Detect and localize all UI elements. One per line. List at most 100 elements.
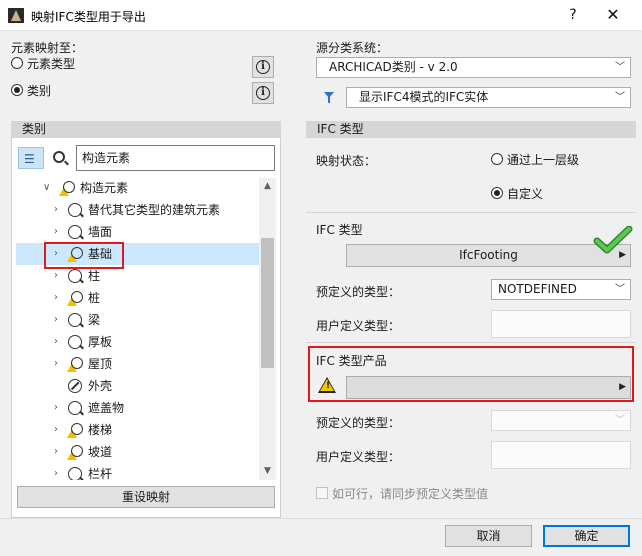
chevron-right-icon[interactable]: › bbox=[54, 221, 58, 243]
category-warning-icon bbox=[59, 181, 75, 196]
ifc-type-label: IFC 类型 bbox=[316, 223, 363, 237]
tree-item-structural-elements[interactable]: ∨ 构造元素 bbox=[16, 177, 259, 199]
tree-item[interactable]: › 桩 bbox=[16, 287, 259, 309]
tree-item-label: 外壳 bbox=[88, 379, 113, 393]
radio-via-parent[interactable] bbox=[491, 153, 503, 165]
category-warning-icon bbox=[67, 445, 83, 460]
product-user-defined-type-input[interactable] bbox=[491, 441, 631, 469]
category-search-icon bbox=[68, 313, 82, 327]
tree-item-label: 替代其它类型的建筑元素 bbox=[88, 203, 221, 217]
cancel-button[interactable]: 取消 bbox=[445, 525, 532, 547]
radio-element-type-label[interactable]: 元素类型 bbox=[27, 55, 75, 72]
archicad-app-icon bbox=[8, 8, 24, 23]
chevron-down-icon: ﹀ bbox=[615, 284, 625, 295]
chevron-right-icon[interactable]: › bbox=[54, 287, 58, 309]
tree-item[interactable]: › 墙面 bbox=[16, 221, 259, 243]
reset-mapping-button[interactable]: 重设映射 bbox=[17, 486, 275, 508]
ok-button[interactable]: 确定 bbox=[543, 525, 630, 547]
category-warning-icon bbox=[67, 291, 83, 306]
category-search-icon bbox=[68, 225, 82, 239]
chevron-right-icon[interactable]: › bbox=[54, 441, 58, 463]
category-search-icon bbox=[68, 269, 82, 283]
source-system-value: ARCHICAD类别 - v 2.0 bbox=[329, 60, 458, 74]
radio-category[interactable] bbox=[11, 84, 23, 96]
mapping-target-label: 元素映射至： bbox=[11, 41, 84, 55]
category-panel-header: 类别 bbox=[11, 121, 281, 138]
tree-item[interactable]: › 替代其它类型的建筑元素 bbox=[16, 199, 259, 221]
source-system-label: 源分类系统： bbox=[316, 41, 389, 55]
tree-item-label: 栏杆 bbox=[88, 467, 113, 480]
tree-item[interactable]: 外壳 bbox=[16, 375, 259, 397]
scroll-up-icon[interactable]: ▲ bbox=[259, 178, 276, 195]
source-system-dropdown[interactable]: ARCHICAD类别 - v 2.0 ﹀ bbox=[316, 57, 631, 78]
ifc-schema-filter-dropdown[interactable]: 显示IFC4模式的IFC实体 ﹀ bbox=[346, 87, 631, 108]
chevron-right-icon[interactable]: › bbox=[54, 199, 58, 221]
ifc-type-value: IfcFooting bbox=[459, 248, 518, 262]
scroll-down-icon[interactable]: ▼ bbox=[259, 463, 276, 480]
window-title: 映射IFC类型用于导出 bbox=[31, 10, 146, 24]
chevron-down-icon: ﹀ bbox=[615, 415, 625, 426]
tree-item[interactable]: › 楼梯 bbox=[16, 419, 259, 441]
radio-via-parent-label[interactable]: 通过上一层级 bbox=[507, 151, 579, 168]
tree-item-label: 桩 bbox=[88, 291, 101, 305]
ifc-schema-filter-value: 显示IFC4模式的IFC实体 bbox=[359, 90, 489, 104]
ifc-type-panel-header: IFC 类型 bbox=[306, 121, 636, 138]
tree-list-icon: ☰ bbox=[24, 152, 35, 166]
tree-item-label: 坡道 bbox=[88, 445, 113, 459]
category-search-input[interactable]: 构造元素 bbox=[76, 145, 275, 171]
chevron-right-icon[interactable]: › bbox=[54, 463, 58, 480]
radio-category-label[interactable]: 类别 bbox=[27, 82, 51, 99]
tree-item-label: 厚板 bbox=[88, 335, 113, 349]
tree-item[interactable]: › 梁 bbox=[16, 309, 259, 331]
title-bar: 映射IFC类型用于导出 ? ✕ bbox=[0, 0, 642, 31]
user-defined-type-input[interactable] bbox=[491, 310, 631, 338]
sync-predefined-type-checkbox[interactable] bbox=[316, 487, 328, 499]
tree-item-label: 遮盖物 bbox=[88, 401, 125, 415]
sync-predefined-type-label: 如可行，请同步预定义类型值 bbox=[332, 487, 489, 501]
radio-custom-label[interactable]: 自定义 bbox=[507, 185, 543, 202]
radio-element-type[interactable] bbox=[11, 57, 23, 69]
mapping-status-label: 映射状态： bbox=[316, 154, 377, 168]
radio-custom[interactable] bbox=[491, 187, 503, 199]
tree-item-label: 梁 bbox=[88, 313, 101, 327]
tree-item-label: 屋顶 bbox=[88, 357, 113, 371]
scrollbar-thumb[interactable] bbox=[261, 238, 274, 368]
predefined-type-label: 预定义的类型： bbox=[316, 285, 401, 299]
info-button-category[interactable]: i bbox=[252, 82, 274, 104]
predefined-type-dropdown[interactable]: NOTDEFINED ﹀ bbox=[491, 279, 631, 300]
tree-item-label: 构造元素 bbox=[80, 181, 129, 195]
tree-item[interactable]: › 遮盖物 bbox=[16, 397, 259, 419]
chevron-right-icon[interactable]: › bbox=[54, 309, 58, 331]
ifc-type-selector-button[interactable]: IfcFooting ▶ bbox=[346, 244, 631, 267]
chevron-right-icon[interactable]: › bbox=[54, 397, 58, 419]
highlight-box-selected-category bbox=[44, 242, 124, 269]
chevron-right-icon[interactable]: › bbox=[54, 419, 58, 441]
chevron-right-icon[interactable]: › bbox=[54, 353, 58, 375]
chevron-down-icon: ﹀ bbox=[615, 62, 625, 73]
info-icon: i bbox=[256, 86, 270, 100]
chevron-down-icon[interactable]: ∨ bbox=[43, 177, 50, 199]
tree-item[interactable]: › 屋顶 bbox=[16, 353, 259, 375]
tree-item-label: 楼梯 bbox=[88, 423, 113, 437]
tree-item[interactable]: › 坡道 bbox=[16, 441, 259, 463]
product-predefined-type-label: 预定义的类型： bbox=[316, 416, 401, 430]
product-user-defined-type-label: 用户定义类型： bbox=[316, 450, 401, 464]
close-button[interactable]: ✕ bbox=[598, 4, 628, 26]
highlight-box-ifc-type-product bbox=[308, 346, 634, 402]
section-divider bbox=[306, 212, 636, 213]
help-button[interactable]: ? bbox=[561, 4, 585, 26]
product-predefined-type-dropdown[interactable]: ﹀ bbox=[491, 410, 631, 431]
checkmark-valid-icon bbox=[593, 226, 633, 254]
search-icon bbox=[53, 151, 65, 163]
chevron-right-icon[interactable]: › bbox=[54, 331, 58, 353]
category-search-icon bbox=[68, 335, 82, 349]
section-divider bbox=[306, 342, 636, 343]
category-warning-icon bbox=[67, 423, 83, 438]
tree-view-toggle-button[interactable]: ☰ bbox=[18, 147, 44, 169]
info-button-element-type[interactable]: i bbox=[252, 56, 274, 78]
category-search-icon bbox=[68, 401, 82, 415]
filter-icon bbox=[324, 92, 334, 103]
category-search-icon bbox=[68, 467, 82, 480]
tree-item[interactable]: › 厚板 bbox=[16, 331, 259, 353]
tree-item[interactable]: › 栏杆 bbox=[16, 463, 259, 480]
